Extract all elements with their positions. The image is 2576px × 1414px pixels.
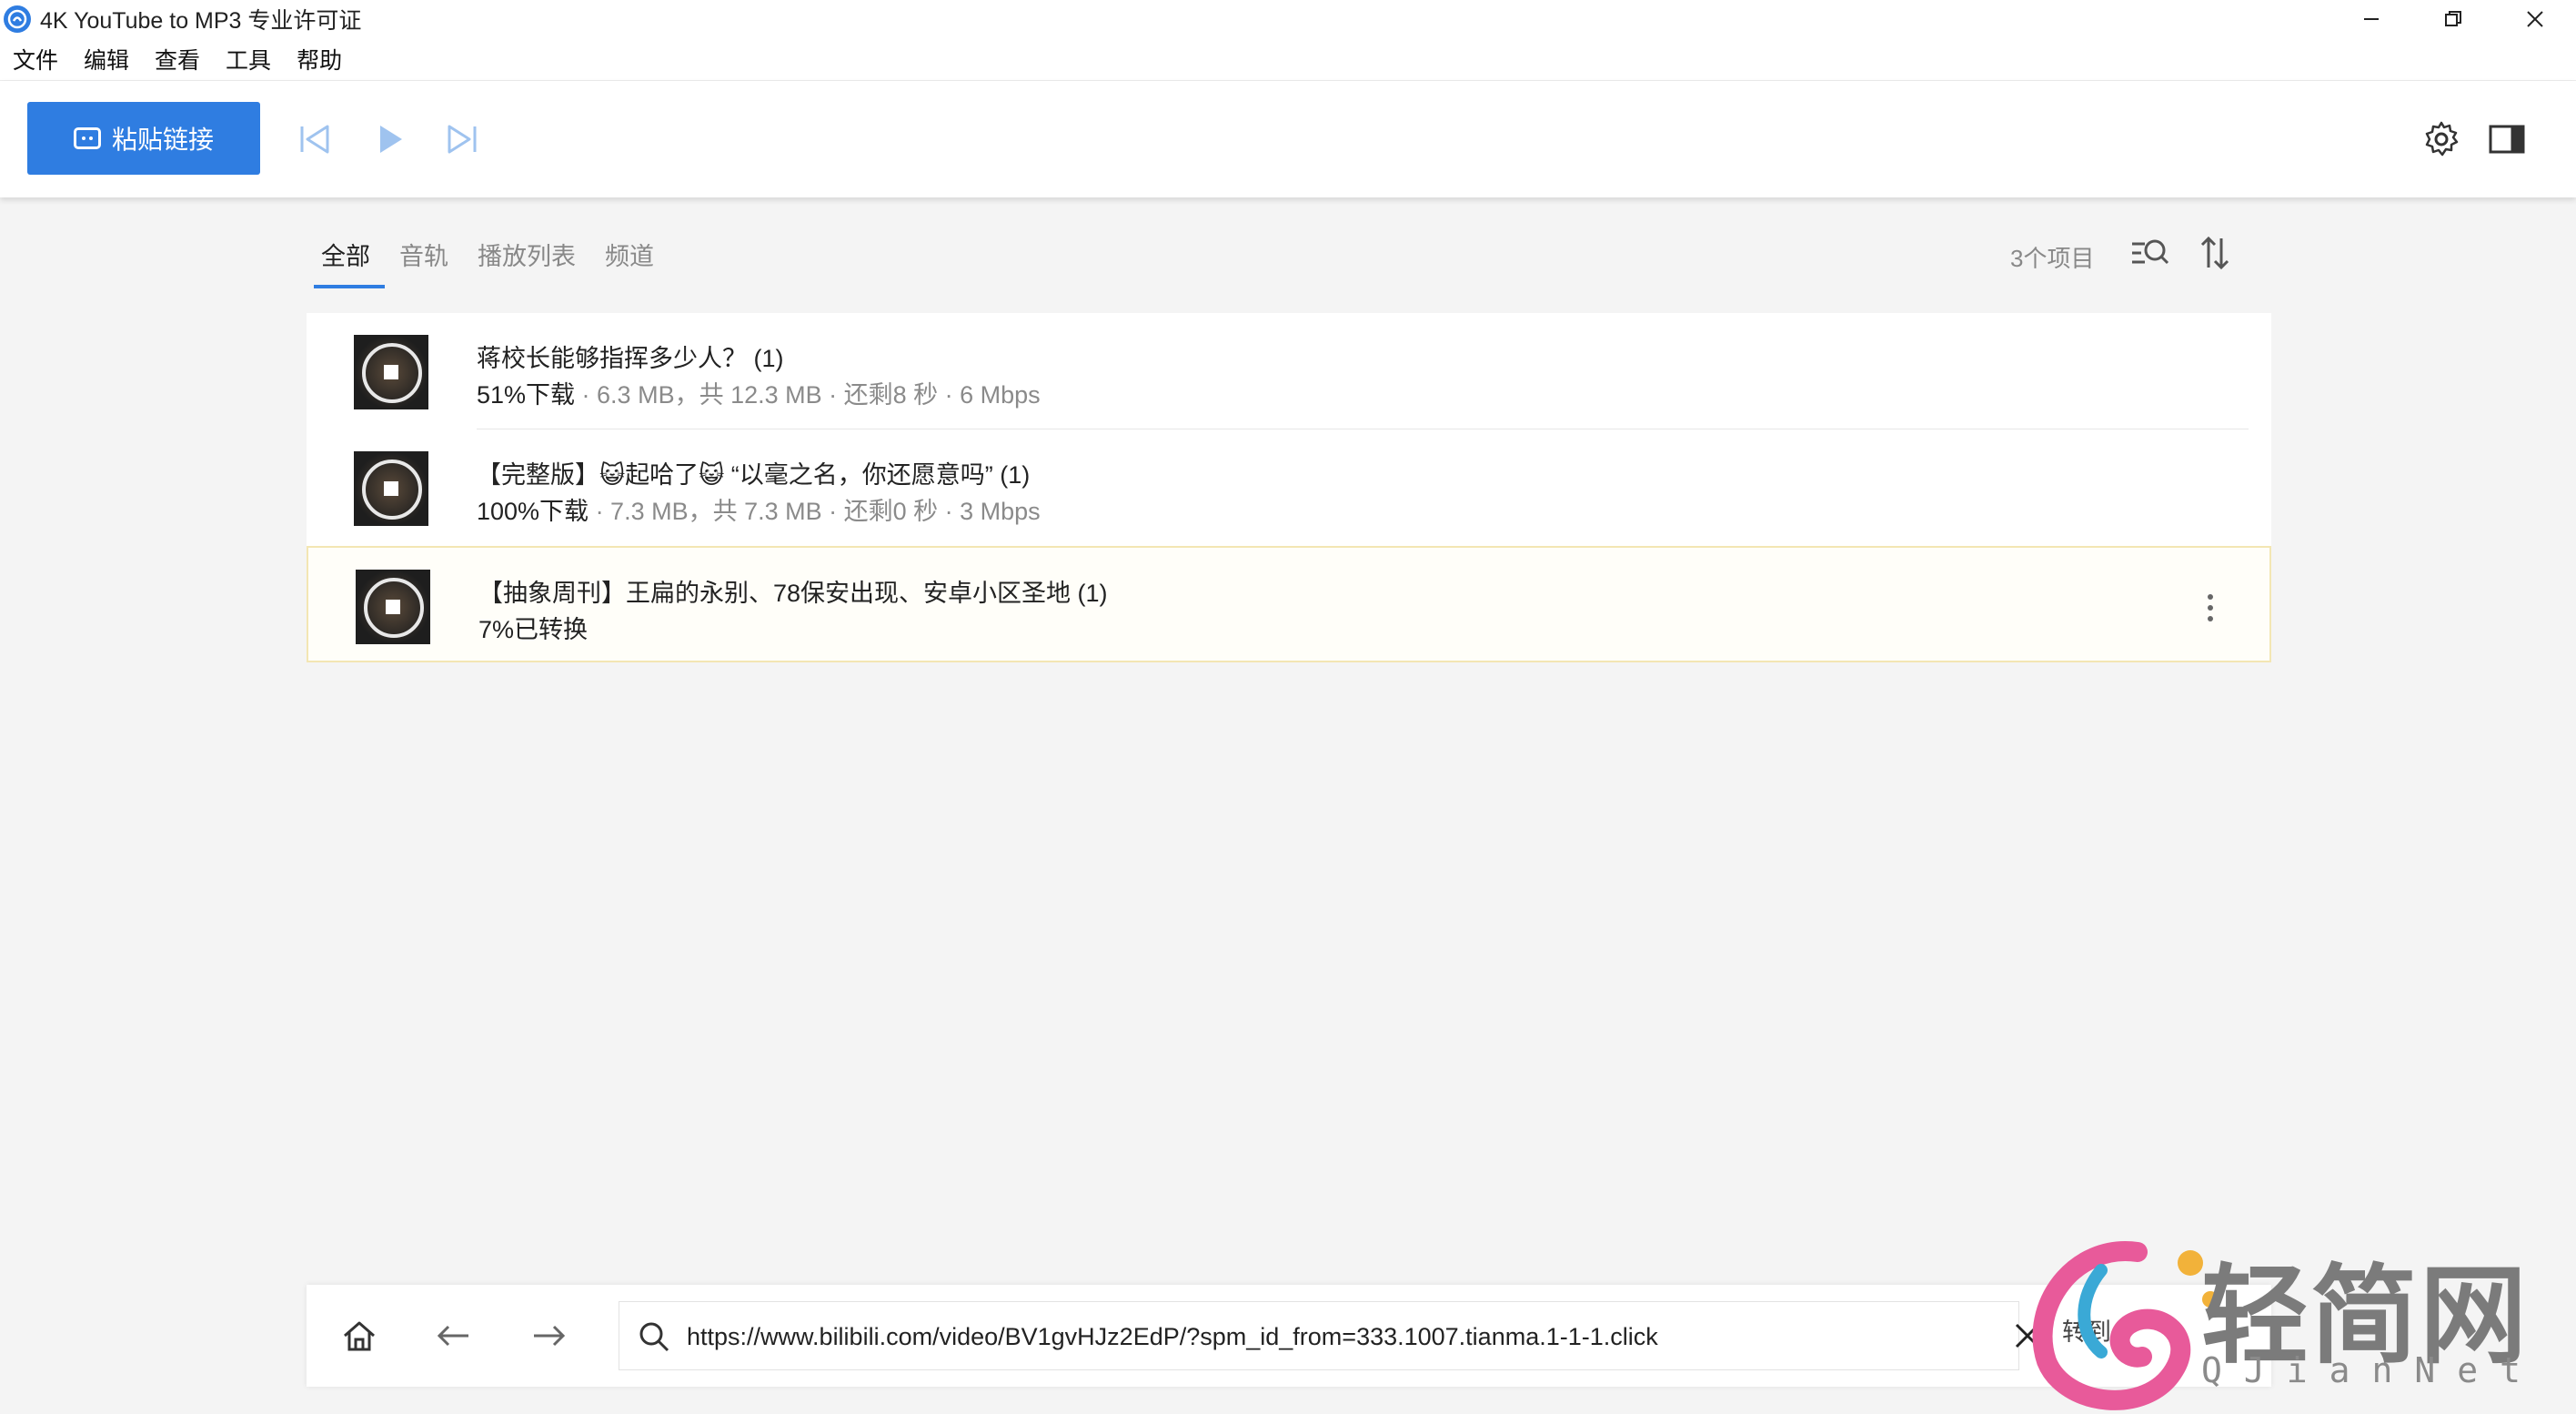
item-progress: 100%下载 — [477, 498, 589, 525]
restore-button[interactable] — [2412, 0, 2494, 38]
paste-link-label: 粘贴链接 — [111, 126, 214, 154]
browser-bar: 转到 — [307, 1285, 2271, 1387]
previous-icon[interactable] — [297, 121, 333, 157]
paste-link-button[interactable]: 粘贴链接 — [27, 102, 260, 175]
restore-icon — [2445, 11, 2461, 26]
url-input[interactable] — [685, 1302, 1962, 1371]
menu-view[interactable]: 查看 — [142, 43, 213, 76]
menu-tools[interactable]: 工具 — [213, 43, 284, 76]
sort-icon[interactable] — [2199, 235, 2230, 271]
items-count: 3个项目 — [2010, 245, 2095, 272]
paste-link-icon — [73, 127, 101, 149]
item-thumbnail[interactable] — [356, 570, 430, 644]
app-logo-icon — [4, 5, 31, 33]
item-status: 51%下载 · 6.3 MB，共 12.3 MB · 还剩8 秒 · 6 Mbp… — [477, 375, 1041, 410]
list-item[interactable]: 蒋校长能够指挥多少人？ (1) 51%下载 · 6.3 MB，共 12.3 MB… — [307, 313, 2271, 429]
title-bar: 4K YouTube to MP3 专业许可证 — [0, 0, 2576, 38]
item-thumbnail[interactable] — [354, 451, 428, 526]
item-title: 【抽象周刊】王扁的永别、78保安出现、安卓小区圣地 (1) — [478, 580, 1108, 607]
filter-tabs: 全部 音轨 播放列表 频道 — [307, 231, 669, 288]
stop-icon — [384, 481, 398, 496]
menu-file[interactable]: 文件 — [0, 43, 71, 76]
item-thumbnail[interactable] — [354, 335, 428, 409]
item-title: 蒋校长能够指挥多少人？ (1) — [477, 345, 784, 372]
stop-icon — [384, 365, 398, 379]
search-list-icon[interactable] — [2128, 235, 2170, 271]
item-status: 100%下载 · 7.3 MB，共 7.3 MB · 还剩0 秒 · 3 Mbp… — [477, 491, 1041, 527]
item-status: 7%已转换 — [478, 610, 588, 645]
next-icon[interactable] — [444, 121, 480, 157]
item-progress: 51%下载 — [477, 381, 576, 409]
item-details: · 7.3 MB，共 7.3 MB · 还剩0 秒 · 3 Mbps — [589, 498, 1041, 525]
search-icon — [639, 1322, 669, 1352]
home-icon[interactable] — [339, 1316, 379, 1356]
forward-arrow-icon[interactable] — [528, 1316, 569, 1356]
item-progress: 7%已转换 — [478, 616, 589, 643]
minimize-button[interactable] — [2330, 0, 2412, 38]
menu-edit[interactable]: 编辑 — [71, 43, 142, 76]
tab-tracks[interactable]: 音轨 — [385, 231, 463, 288]
menu-bar: 文件 编辑 查看 工具 帮助 — [0, 38, 2576, 81]
close-icon — [2527, 11, 2543, 27]
item-title: 【完整版】😺起哈了😺 “以毫之名，你还愿意吗” (1) — [477, 461, 1031, 489]
window-title: 4K YouTube to MP3 专业许可证 — [40, 8, 362, 34]
tab-all[interactable]: 全部 — [307, 231, 385, 288]
tab-channels[interactable]: 频道 — [590, 231, 669, 288]
item-details: · 6.3 MB，共 12.3 MB · 还剩8 秒 · 6 Mbps — [575, 381, 1041, 409]
sidebar-panel-icon[interactable] — [2485, 117, 2529, 161]
download-list: 蒋校长能够指挥多少人？ (1) 51%下载 · 6.3 MB，共 12.3 MB… — [307, 313, 2271, 662]
menu-help[interactable]: 帮助 — [284, 43, 355, 76]
play-icon[interactable] — [371, 121, 408, 157]
url-field[interactable] — [619, 1301, 2019, 1371]
more-options-icon[interactable] — [2206, 590, 2215, 626]
toolbar: 粘贴链接 — [0, 81, 2576, 197]
list-item[interactable]: 【抽象周刊】王扁的永别、78保安出现、安卓小区圣地 (1) 7%已转换 — [307, 546, 2271, 662]
tab-playlists[interactable]: 播放列表 — [463, 231, 590, 288]
window-controls — [2330, 0, 2576, 38]
list-item[interactable]: 【完整版】😺起哈了😺 “以毫之名，你还愿意吗” (1) 100%下载 · 7.3… — [307, 429, 2271, 546]
watermark-subtext: QJianNet — [2201, 1350, 2543, 1390]
minimize-icon — [2364, 18, 2379, 20]
stop-icon — [386, 600, 400, 614]
back-arrow-icon[interactable] — [434, 1316, 474, 1356]
close-button[interactable] — [2494, 0, 2576, 38]
settings-icon[interactable] — [2420, 117, 2463, 161]
